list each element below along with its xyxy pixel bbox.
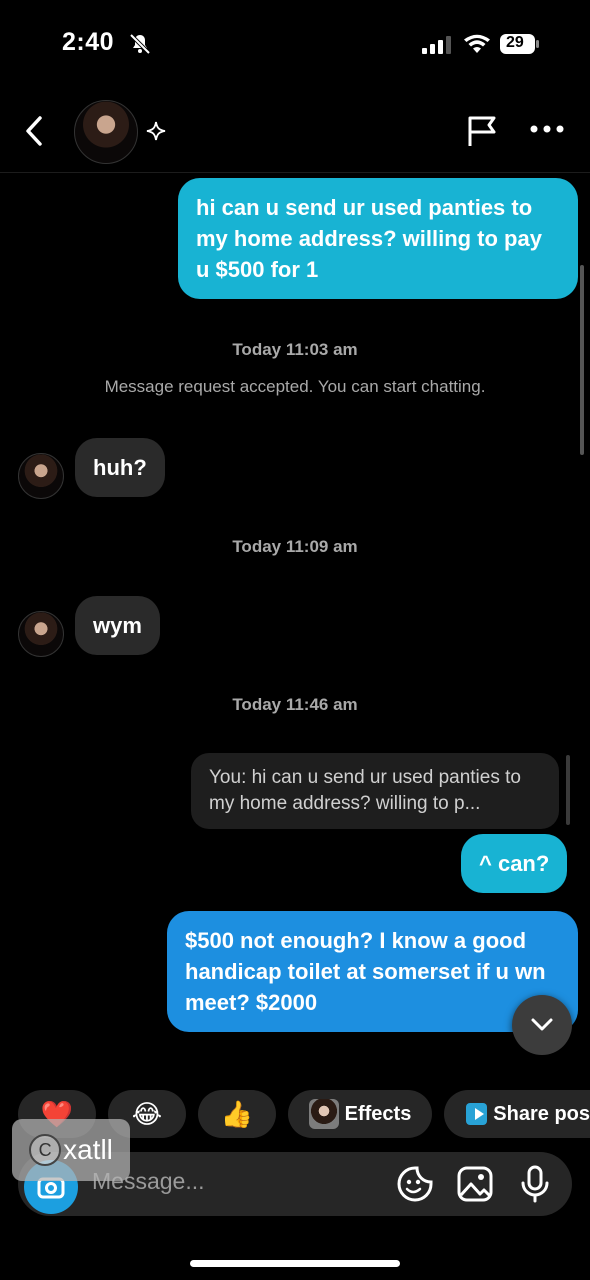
wifi-icon: [464, 34, 490, 53]
share-play-icon: [466, 1103, 488, 1125]
effects-chip[interactable]: Effects: [288, 1090, 432, 1138]
effects-thumbnail-icon: [308, 1099, 339, 1129]
more-horizontal-icon[interactable]: [530, 122, 564, 136]
battery-icon: 29: [500, 33, 540, 55]
status-time: 2:40: [62, 28, 115, 56]
watermark-text: xatll: [63, 1134, 113, 1165]
sticker-icon[interactable]: [396, 1165, 434, 1203]
message-text: hi can u send ur used panties to my home…: [196, 195, 542, 282]
message-text: ^ can?: [479, 851, 550, 876]
sender-avatar[interactable]: [18, 453, 64, 499]
timestamp: Today 11:03 am: [232, 340, 358, 359]
share-label: Share pos: [493, 1102, 590, 1125]
laughing-emoji-icon: 😂: [131, 1098, 163, 1129]
sparkle-icon[interactable]: [145, 120, 167, 142]
microphone-icon[interactable]: [516, 1165, 554, 1203]
chevron-down-icon: [531, 1018, 553, 1031]
incoming-message-bubble[interactable]: wym: [75, 596, 160, 655]
bell-muted-icon: [129, 33, 151, 55]
watermark: C xatll: [12, 1119, 130, 1181]
back-chevron-icon[interactable]: [20, 114, 48, 148]
home-indicator[interactable]: [190, 1260, 400, 1267]
reply-indicator-bar: [566, 755, 570, 825]
thumbs-up-emoji-icon: 👍: [220, 1098, 254, 1129]
header-divider: [0, 172, 590, 173]
gallery-icon[interactable]: [456, 1165, 494, 1203]
system-message: Message request accepted. You can start …: [104, 377, 486, 396]
effects-label: Effects: [344, 1102, 412, 1125]
share-post-chip[interactable]: Share pos: [444, 1090, 590, 1138]
flag-icon[interactable]: [465, 114, 499, 148]
reply-preview-quote[interactable]: You: hi can u send ur used panties to my…: [191, 753, 559, 829]
incoming-message-bubble[interactable]: huh?: [75, 438, 165, 497]
scrollbar[interactable]: [580, 265, 584, 455]
outgoing-message-bubble[interactable]: ^ can?: [461, 834, 568, 893]
react-thumbs-up-chip[interactable]: 👍: [198, 1090, 276, 1138]
scroll-to-bottom-button[interactable]: [512, 995, 572, 1055]
message-text: huh?: [93, 455, 147, 480]
battery-percent: 29: [506, 34, 524, 51]
message-text: wym: [93, 613, 142, 638]
sender-avatar[interactable]: [18, 611, 64, 657]
message-text: $500 not enough? I know a good handicap …: [185, 928, 546, 1015]
outgoing-message-bubble[interactable]: hi can u send ur used panties to my home…: [178, 178, 578, 299]
reply-preview-text: You: hi can u send ur used panties to my…: [209, 767, 521, 814]
cellular-signal-icon: [422, 36, 451, 54]
timestamp: Today 11:09 am: [232, 537, 358, 556]
copyright-icon: C: [29, 1134, 62, 1166]
contact-avatar[interactable]: [74, 100, 138, 164]
timestamp: Today 11:46 am: [232, 695, 358, 714]
